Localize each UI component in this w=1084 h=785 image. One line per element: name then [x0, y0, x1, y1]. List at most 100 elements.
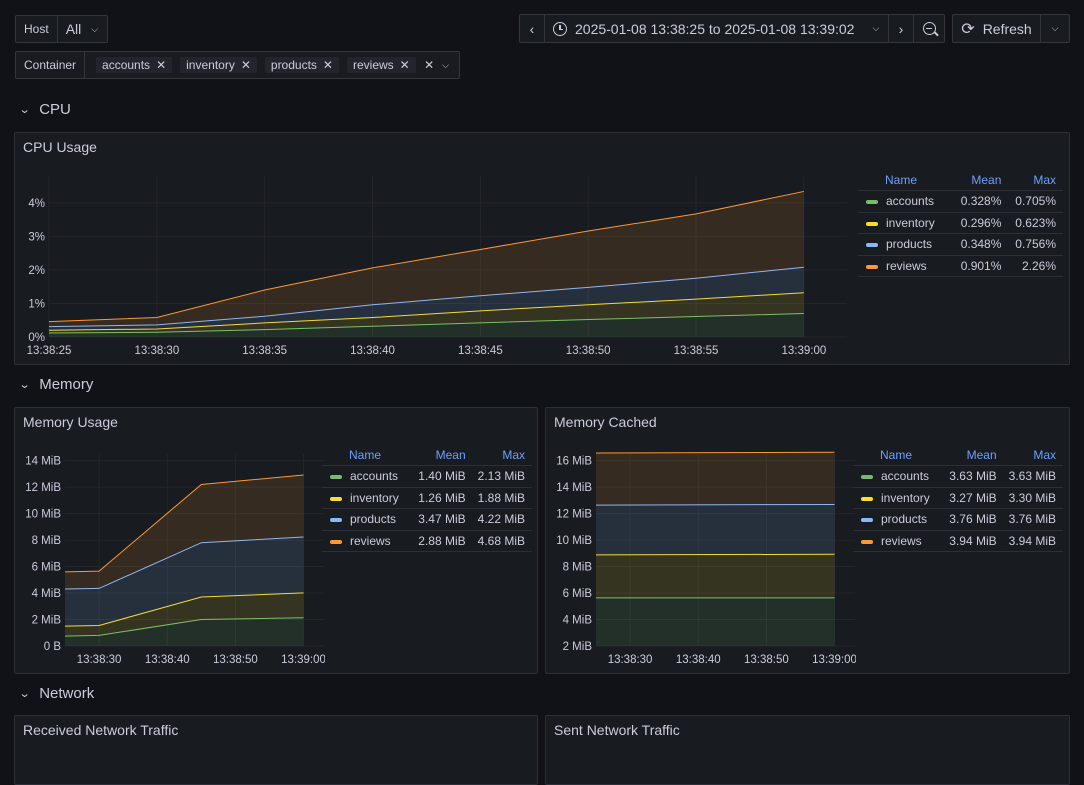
legend-name-header[interactable]: Name	[853, 445, 945, 466]
chevron-down-icon: ⌄	[18, 688, 31, 700]
x-tick-label: 13:38:40	[350, 345, 395, 357]
y-tick-label: 6 MiB	[563, 588, 593, 600]
clear-all-icon[interactable]: ✕	[424, 58, 434, 72]
series-color-swatch	[861, 518, 873, 523]
row-header-memory[interactable]: ⌄ Memory	[18, 376, 94, 393]
legend-series-name: products	[858, 233, 954, 256]
legend-max-header[interactable]: Max	[472, 445, 532, 466]
cpu-legend: Name Mean Max accounts 0.328% 0.705% inventory…	[858, 170, 1063, 277]
refresh-interval-dropdown[interactable]: ⌵	[1040, 14, 1070, 43]
refresh-button[interactable]: ⟳ Refresh	[952, 14, 1041, 43]
legend-mean: 1.40 MiB	[413, 465, 473, 488]
container-label: Container	[16, 52, 86, 78]
legend-max: 4.68 MiB	[472, 530, 532, 552]
series-area-inventory	[596, 554, 835, 598]
legend-row[interactable]: accounts 1.40 MiB 2.13 MiB	[322, 465, 532, 488]
legend-row[interactable]: inventory 1.26 MiB 1.88 MiB	[322, 487, 532, 509]
legend-max-header[interactable]: Max	[1008, 170, 1063, 191]
chip-label: accounts	[102, 58, 151, 72]
time-forward-button[interactable]: ›	[888, 14, 914, 43]
zoom-out-icon	[922, 22, 939, 37]
remove-icon[interactable]: ✕	[400, 58, 410, 72]
row-header-network[interactable]: ⌄ Network	[18, 685, 95, 702]
series-color-swatch	[866, 264, 878, 269]
y-tick-label: 10 MiB	[25, 509, 61, 521]
legend-max: 2.26%	[1008, 255, 1063, 277]
legend-row[interactable]: reviews 2.88 MiB 4.68 MiB	[322, 530, 532, 552]
remove-icon[interactable]: ✕	[323, 58, 333, 72]
x-tick-label: 13:38:50	[213, 654, 258, 666]
legend-mean: 3.27 MiB	[944, 487, 1004, 509]
legend-row[interactable]: inventory 3.27 MiB 3.30 MiB	[853, 487, 1063, 509]
legend-max-header[interactable]: Max	[1003, 445, 1063, 466]
legend-mean: 0.901%	[953, 255, 1009, 277]
x-tick-label: 13:38:30	[77, 654, 122, 666]
x-tick-label: 13:38:35	[242, 345, 287, 357]
remove-icon[interactable]: ✕	[156, 58, 166, 72]
legend-row[interactable]: products 3.76 MiB 3.76 MiB	[853, 508, 1063, 531]
row-title: Network	[39, 685, 95, 702]
container-variable[interactable]: Container accounts ✕ inventory ✕ products ✕…	[15, 51, 460, 79]
legend-max: 0.623%	[1008, 212, 1063, 234]
legend-series-name: accounts	[322, 465, 414, 488]
chip-label: reviews	[352, 58, 394, 72]
cpu-usage-panel: CPU Usage 0% 1% 2% 3% 4% 13:38:25 13:38:30 13:3…	[14, 132, 1070, 365]
legend-header: Name Mean Max	[853, 445, 1063, 466]
legend-row[interactable]: inventory 0.296% 0.623%	[858, 212, 1063, 234]
y-tick-label: 8 MiB	[32, 535, 62, 547]
chevron-down-icon: ⌄	[18, 379, 31, 391]
legend-max: 3.94 MiB	[1003, 530, 1063, 552]
container-chip-products[interactable]: products ✕	[264, 57, 339, 73]
legend-max: 1.88 MiB	[472, 487, 532, 509]
series-color-swatch	[330, 475, 342, 480]
time-back-button[interactable]: ‹	[519, 14, 545, 43]
refresh-icon: ⟳	[961, 20, 975, 38]
legend-row[interactable]: products 0.348% 0.756%	[858, 233, 1063, 256]
legend-row[interactable]: reviews 3.94 MiB 3.94 MiB	[853, 530, 1063, 552]
row-header-cpu[interactable]: ⌄ CPU	[19, 101, 71, 118]
x-tick-label: 13:38:40	[676, 654, 721, 666]
legend-series-name: products	[322, 508, 414, 531]
sent-network-panel: Sent Network Traffic	[545, 715, 1070, 785]
x-tick-label: 13:38:30	[134, 345, 179, 357]
chevron-down-icon: ⌵	[91, 23, 99, 34]
legend-header: Name Mean Max	[322, 445, 532, 466]
chevron-down-icon[interactable]: ⌵	[442, 60, 449, 71]
legend-row[interactable]: reviews 0.901% 2.26%	[858, 255, 1063, 277]
legend-series-name: products	[853, 508, 945, 531]
host-select[interactable]: All ⌵	[58, 21, 106, 37]
series-area-accounts	[596, 597, 835, 646]
legend-max: 2.13 MiB	[472, 465, 532, 488]
panel-title: Sent Network Traffic	[554, 722, 680, 738]
legend-row[interactable]: products 3.47 MiB 4.22 MiB	[322, 508, 532, 531]
container-select[interactable]: accounts ✕ inventory ✕ products ✕ reviews ✕ …	[85, 57, 459, 73]
remove-icon[interactable]: ✕	[241, 58, 251, 72]
cpu-usage-chart: 0% 1% 2% 3% 4% 13:38:25 13:38:30 13:38:35 13:38:…	[27, 176, 847, 357]
legend-mean: 3.76 MiB	[944, 508, 1004, 531]
legend-mean: 3.94 MiB	[944, 530, 1004, 552]
y-tick-label: 2 MiB	[32, 615, 62, 627]
y-tick-label: 4 MiB	[563, 615, 593, 627]
legend-max: 0.705%	[1008, 190, 1063, 213]
series-color-swatch	[861, 496, 873, 501]
time-range-picker[interactable]: 2025-01-08 13:38:25 to 2025-01-08 13:39:…	[544, 14, 889, 43]
legend-name-header[interactable]: Name	[322, 445, 414, 466]
host-variable[interactable]: Host All ⌵	[15, 15, 108, 43]
legend-row[interactable]: accounts 3.63 MiB 3.63 MiB	[853, 465, 1063, 488]
container-chip-inventory[interactable]: inventory ✕	[180, 57, 257, 73]
zoom-out-button[interactable]	[913, 14, 945, 43]
x-tick-label: 13:38:30	[608, 654, 653, 666]
legend-mean-header[interactable]: Mean	[953, 170, 1009, 191]
legend-mean: 0.348%	[953, 233, 1009, 256]
legend-row[interactable]: accounts 0.328% 0.705%	[858, 190, 1063, 213]
row-title: CPU	[39, 101, 71, 118]
legend-mean-header[interactable]: Mean	[944, 445, 1004, 466]
x-tick-label: 13:38:40	[145, 654, 190, 666]
legend-name-header[interactable]: Name	[858, 170, 954, 191]
series-color-swatch	[330, 518, 342, 523]
x-tick-label: 13:39:00	[812, 654, 856, 666]
legend-mean-header[interactable]: Mean	[413, 445, 473, 466]
container-chip-reviews[interactable]: reviews ✕	[346, 57, 416, 73]
container-chip-accounts[interactable]: accounts ✕	[96, 57, 173, 73]
y-tick-label: 2%	[28, 265, 45, 277]
